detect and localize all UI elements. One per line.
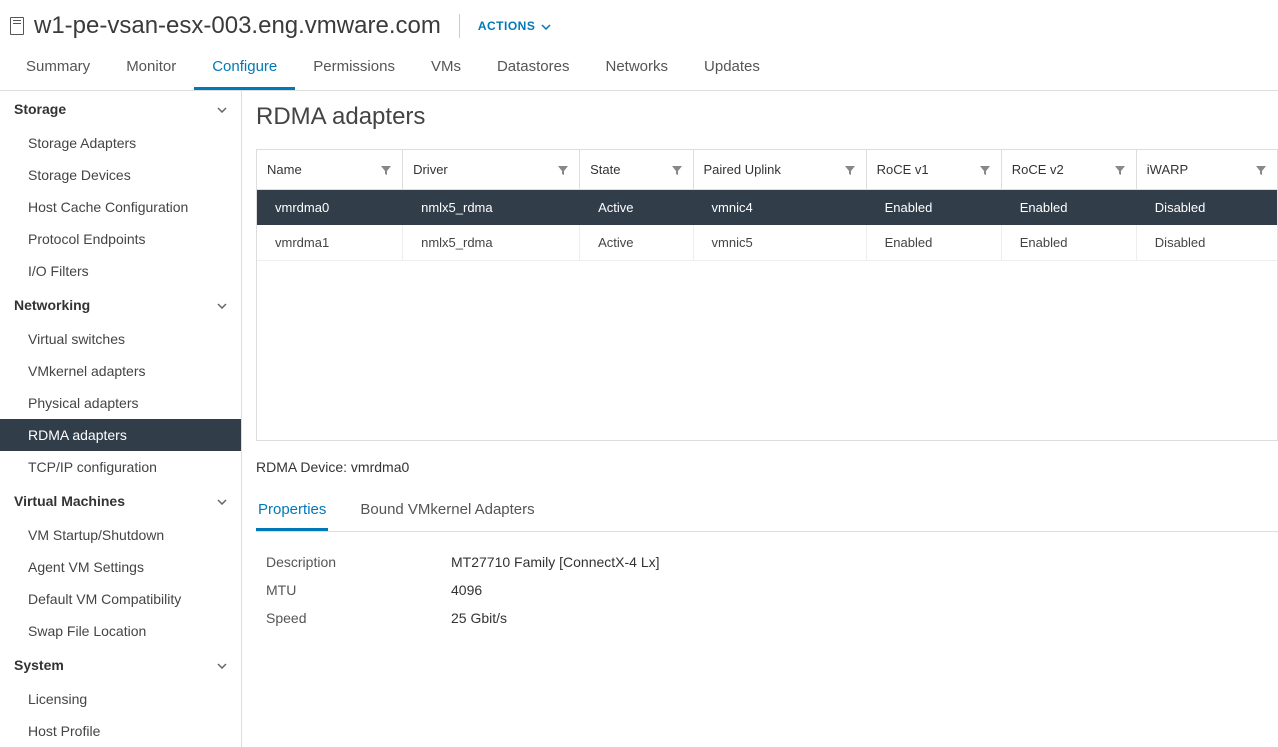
- property-row: Speed25 Gbit/s: [266, 604, 1268, 632]
- sidebar-item-agent-vm-settings[interactable]: Agent VM Settings: [0, 551, 241, 583]
- property-key: Speed: [266, 610, 451, 626]
- table-cell: Enabled: [866, 190, 1001, 226]
- column-header-paired-uplink[interactable]: Paired Uplink: [693, 150, 866, 190]
- column-header-label: State: [590, 162, 620, 177]
- table-empty-area: [256, 261, 1278, 441]
- detail-prefix: RDMA Device:: [256, 459, 351, 475]
- sidebar-group-virtual-machines[interactable]: Virtual Machines: [0, 483, 241, 519]
- divider: [459, 14, 460, 38]
- sidebar-item-swap-file-location[interactable]: Swap File Location: [0, 615, 241, 647]
- table-cell: vmrdma0: [257, 190, 403, 226]
- tab-datastores[interactable]: Datastores: [479, 48, 588, 90]
- chevron-down-icon: [217, 494, 227, 508]
- sidebar-item-storage-adapters[interactable]: Storage Adapters: [0, 127, 241, 159]
- detail-device: vmrdma0: [351, 459, 409, 475]
- sidebar-item-physical-adapters[interactable]: Physical adapters: [0, 387, 241, 419]
- tab-updates[interactable]: Updates: [686, 48, 778, 90]
- sidebar-item-vm-startup-shutdown[interactable]: VM Startup/Shutdown: [0, 519, 241, 551]
- sidebar-item-virtual-switches[interactable]: Virtual switches: [0, 323, 241, 355]
- property-value: 25 Gbit/s: [451, 610, 507, 626]
- table-cell: vmnic5: [693, 225, 866, 261]
- table-cell: nmlx5_rdma: [403, 190, 580, 226]
- table-cell: Enabled: [866, 225, 1001, 261]
- sidebar-item-host-profile[interactable]: Host Profile: [0, 715, 241, 747]
- chevron-down-icon: [217, 102, 227, 116]
- chevron-down-icon: [217, 658, 227, 672]
- sidebar-item-protocol-endpoints[interactable]: Protocol Endpoints: [0, 223, 241, 255]
- sidebar-item-default-vm-compatibility[interactable]: Default VM Compatibility: [0, 583, 241, 615]
- sidebar-item-host-cache-configuration[interactable]: Host Cache Configuration: [0, 191, 241, 223]
- table-cell: nmlx5_rdma: [403, 225, 580, 261]
- column-header-name[interactable]: Name: [257, 150, 403, 190]
- chevron-down-icon: [541, 19, 551, 33]
- property-value: MT27710 Family [ConnectX-4 Lx]: [451, 554, 660, 570]
- sidebar-group-label: System: [14, 657, 64, 673]
- filter-icon[interactable]: [979, 164, 991, 176]
- table-cell: Active: [580, 190, 693, 226]
- page-title: RDMA adapters: [256, 103, 1278, 131]
- table-cell: Active: [580, 225, 693, 261]
- sidebar-group-storage[interactable]: Storage: [0, 91, 241, 127]
- sidebar-group-system[interactable]: System: [0, 647, 241, 683]
- sidebar-item-tcp-ip-configuration[interactable]: TCP/IP configuration: [0, 451, 241, 483]
- column-header-label: iWARP: [1147, 162, 1188, 177]
- table-cell: Enabled: [1001, 225, 1136, 261]
- table-cell: Enabled: [1001, 190, 1136, 226]
- filter-icon[interactable]: [380, 164, 392, 176]
- column-header-label: Paired Uplink: [704, 162, 781, 177]
- column-header-iwarp[interactable]: iWARP: [1136, 150, 1276, 190]
- filter-icon[interactable]: [1114, 164, 1126, 176]
- column-header-driver[interactable]: Driver: [403, 150, 580, 190]
- sidebar-item-storage-devices[interactable]: Storage Devices: [0, 159, 241, 191]
- tab-monitor[interactable]: Monitor: [108, 48, 194, 90]
- subtab-bound-vmkernel-adapters[interactable]: Bound VMkernel Adapters: [358, 493, 536, 531]
- actions-button[interactable]: ACTIONS: [478, 19, 552, 33]
- sidebar-item-rdma-adapters[interactable]: RDMA adapters: [0, 419, 241, 451]
- table-cell: Disabled: [1136, 225, 1276, 261]
- property-row: MTU4096: [266, 576, 1268, 604]
- column-header-label: Driver: [413, 162, 448, 177]
- column-header-state[interactable]: State: [580, 150, 693, 190]
- sidebar-group-label: Storage: [14, 101, 66, 117]
- filter-icon[interactable]: [844, 164, 856, 176]
- sidebar-item-vmkernel-adapters[interactable]: VMkernel adapters: [0, 355, 241, 387]
- column-header-roce-v2[interactable]: RoCE v2: [1001, 150, 1136, 190]
- filter-icon[interactable]: [1255, 164, 1267, 176]
- filter-icon[interactable]: [557, 164, 569, 176]
- table-cell: vmrdma1: [257, 225, 403, 261]
- sidebar-group-label: Virtual Machines: [14, 493, 125, 509]
- tab-configure[interactable]: Configure: [194, 48, 295, 90]
- table-cell: Disabled: [1136, 190, 1276, 226]
- chevron-down-icon: [217, 298, 227, 312]
- property-key: MTU: [266, 582, 451, 598]
- actions-label: ACTIONS: [478, 19, 536, 33]
- host-title: w1-pe-vsan-esx-003.eng.vmware.com: [34, 12, 441, 40]
- detail-device-label: RDMA Device: vmrdma0: [256, 459, 1278, 475]
- host-icon: [10, 17, 24, 35]
- subtab-properties[interactable]: Properties: [256, 493, 328, 531]
- column-header-label: RoCE v2: [1012, 162, 1064, 177]
- sidebar-item-i-o-filters[interactable]: I/O Filters: [0, 255, 241, 287]
- column-header-roce-v1[interactable]: RoCE v1: [866, 150, 1001, 190]
- table-row[interactable]: vmrdma1nmlx5_rdmaActivevmnic5EnabledEnab…: [257, 225, 1277, 261]
- property-value: 4096: [451, 582, 482, 598]
- filter-icon[interactable]: [671, 164, 683, 176]
- tab-summary[interactable]: Summary: [8, 48, 108, 90]
- sidebar-group-networking[interactable]: Networking: [0, 287, 241, 323]
- column-header-label: Name: [267, 162, 302, 177]
- tab-permissions[interactable]: Permissions: [295, 48, 413, 90]
- table-cell: vmnic4: [693, 190, 866, 226]
- tab-vms[interactable]: VMs: [413, 48, 479, 90]
- sidebar-group-label: Networking: [14, 297, 90, 313]
- tab-networks[interactable]: Networks: [588, 48, 687, 90]
- table-row[interactable]: vmrdma0nmlx5_rdmaActivevmnic4EnabledEnab…: [257, 190, 1277, 226]
- sidebar-item-licensing[interactable]: Licensing: [0, 683, 241, 715]
- column-header-label: RoCE v1: [877, 162, 929, 177]
- property-key: Description: [266, 554, 451, 570]
- property-row: DescriptionMT27710 Family [ConnectX-4 Lx…: [266, 548, 1268, 576]
